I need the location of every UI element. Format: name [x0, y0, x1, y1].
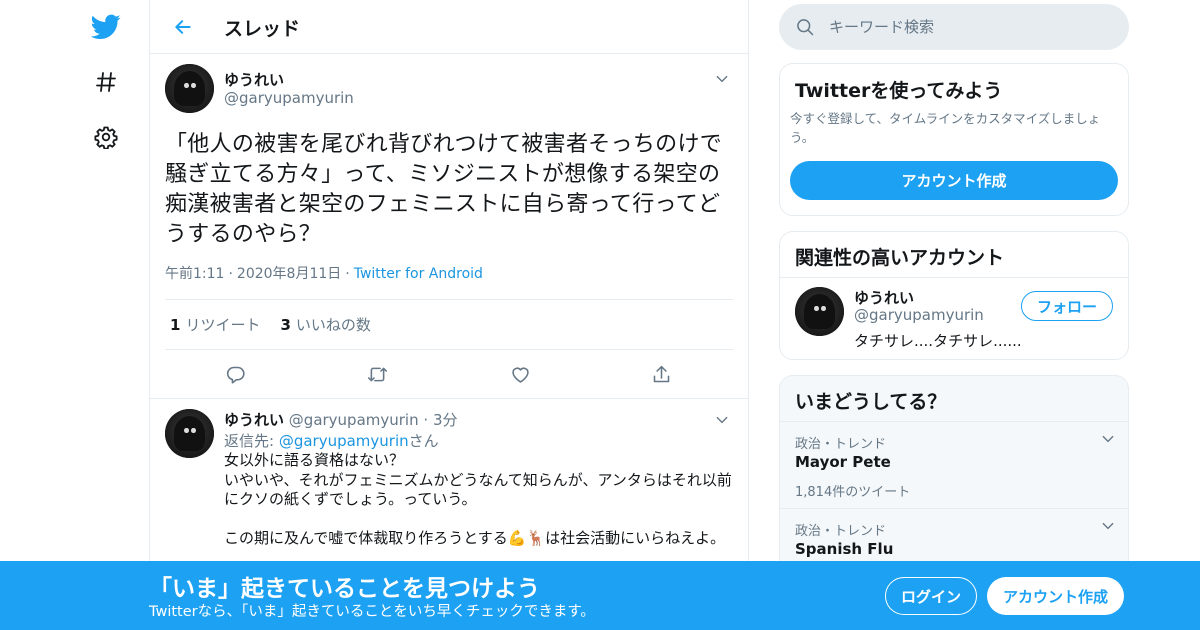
retweet-label: リツイート [185, 316, 261, 334]
trend-name: Spanish Flu [795, 540, 894, 558]
follow-button[interactable]: フォロー [1021, 291, 1113, 321]
avatar[interactable] [795, 287, 844, 336]
reply-to-handle[interactable]: @garyupamyurin [279, 432, 409, 450]
related-card-title: 関連性の高いアカウント [795, 247, 1005, 269]
trend-count: 1,814件のツイート [795, 485, 911, 500]
reply-button[interactable] [223, 362, 247, 386]
reply-header: ゆうれい @garyupamyurin · 3分 [224, 411, 458, 429]
related-accounts-card: 関連性の高いアカウント ゆうれい @garyupamyurin タチサレ....… [779, 231, 1129, 360]
author-handle[interactable]: @garyupamyurin [224, 89, 354, 107]
like-label: いいねの数 [295, 316, 371, 334]
related-account-handle[interactable]: @garyupamyurin [854, 306, 984, 324]
like-stat[interactable]: 3 いいねの数 [280, 314, 370, 335]
reply-to-suffix: さん [408, 432, 439, 450]
signup-card-title: Twitterを使ってみよう [795, 80, 1003, 102]
settings-button[interactable] [78, 114, 134, 160]
retweet-icon [367, 367, 387, 381]
explore-button[interactable] [78, 59, 134, 105]
related-account-name[interactable]: ゆうれい [854, 287, 914, 308]
page: スレッド ゆうれい @garyupamyurin 「他人の被害を尾びれ背びれつけ… [0, 0, 1200, 630]
back-arrow-icon [175, 20, 191, 34]
login-button[interactable]: ログイン [885, 577, 977, 615]
reply-menu-button[interactable] [711, 409, 733, 431]
retweet-button[interactable] [365, 362, 389, 386]
create-account-button[interactable]: アカウント作成 [790, 161, 1118, 200]
search-input[interactable] [829, 4, 1109, 50]
like-button[interactable] [508, 362, 532, 386]
hashtag-icon [96, 72, 116, 92]
related-account-bio: タチサレ....タチサレ...... [854, 332, 1022, 350]
chevron-down-icon [716, 416, 728, 424]
tweet-date[interactable]: 2020年8月11日 [237, 266, 341, 282]
banner-headline: 「いま」起きていることを見つけよう [149, 576, 540, 602]
reply-to: 返信先: @garyupamyurinさん [224, 430, 439, 451]
retweet-stat[interactable]: 1 リツイート [170, 314, 260, 335]
tweet-text: 「他人の被害を尾びれ背びれつけて被害者そっちのけで騒ぎ立てる方々」って、ミソジニ… [165, 132, 723, 247]
tweet-stats: 1 リツイート 3 いいねの数 [165, 299, 733, 350]
gear-icon [94, 126, 118, 149]
signup-banner: 「いま」起きていることを見つけよう Twitterなら、「いま」起きていることを… [0, 561, 1200, 630]
reply-text: 女以外に語る資格はない？ いやいや、それがフェミニズムかどうなんて知らんが、アン… [224, 451, 732, 547]
banner-create-account-button[interactable]: アカウント作成 [987, 577, 1124, 615]
main-column: スレッド ゆうれい @garyupamyurin 「他人の被害を尾びれ背びれつけ… [149, 0, 749, 630]
tweet-time[interactable]: 午前1:11 [165, 266, 224, 282]
banner-subtext: Twitterなら、「いま」起きていることをいち早くチェックできます。 [149, 604, 595, 620]
thread-header: スレッド [150, 0, 748, 54]
trend-category: 政治・トレンド [795, 437, 887, 452]
chevron-down-icon [716, 75, 728, 83]
main-tweet: ゆうれい @garyupamyurin 「他人の被害を尾びれ背びれつけて被害者そ… [150, 54, 748, 398]
trend-item[interactable]: 政治・トレンド Mayor Pete 1,814件のツイート [780, 421, 1128, 508]
reply-time[interactable]: 3分 [433, 411, 458, 429]
avatar[interactable] [165, 64, 214, 113]
chevron-down-icon[interactable] [1101, 432, 1115, 446]
tweet-source[interactable]: Twitter for Android [354, 266, 483, 282]
page-title: スレッド [224, 18, 301, 40]
trend-category: 政治・トレンド [795, 524, 887, 539]
tweet-meta: 午前1:11 · 2020年8月11日 · Twitter for Android [165, 266, 483, 282]
reply-icon [226, 366, 245, 384]
signup-card: Twitterを使ってみよう 今すぐ登録して、タイムラインをカスタマイズしましょ… [779, 63, 1129, 216]
back-button[interactable] [168, 12, 198, 42]
share-icon [653, 365, 669, 382]
like-icon [511, 367, 529, 383]
twitter-home-button[interactable] [78, 4, 134, 50]
avatar[interactable] [165, 409, 214, 458]
divider [780, 277, 1128, 278]
tweet-author-row: ゆうれい @garyupamyurin [165, 64, 733, 114]
search-box [779, 4, 1129, 50]
chevron-down-icon[interactable] [1101, 519, 1115, 533]
share-button[interactable] [649, 362, 673, 386]
reply-author-handle[interactable]: @garyupamyurin [289, 411, 419, 429]
twitter-bird-icon [91, 14, 121, 39]
tweet-menu-button[interactable] [711, 68, 733, 90]
author-name[interactable]: ゆうれい [224, 69, 284, 90]
search-icon [797, 19, 814, 36]
reply-to-prefix: 返信先: [224, 432, 279, 450]
signup-card-description: 今すぐ登録して、タイムラインをカスタマイズしましょう。 [790, 111, 1101, 145]
trends-card-title: いまどうしてる？ [795, 391, 947, 413]
tweet-actions [165, 350, 733, 398]
retweet-count: 1 [170, 316, 181, 334]
reply-author-name[interactable]: ゆうれい [224, 411, 284, 429]
like-count: 3 [280, 316, 291, 334]
trend-name: Mayor Pete [795, 453, 891, 471]
